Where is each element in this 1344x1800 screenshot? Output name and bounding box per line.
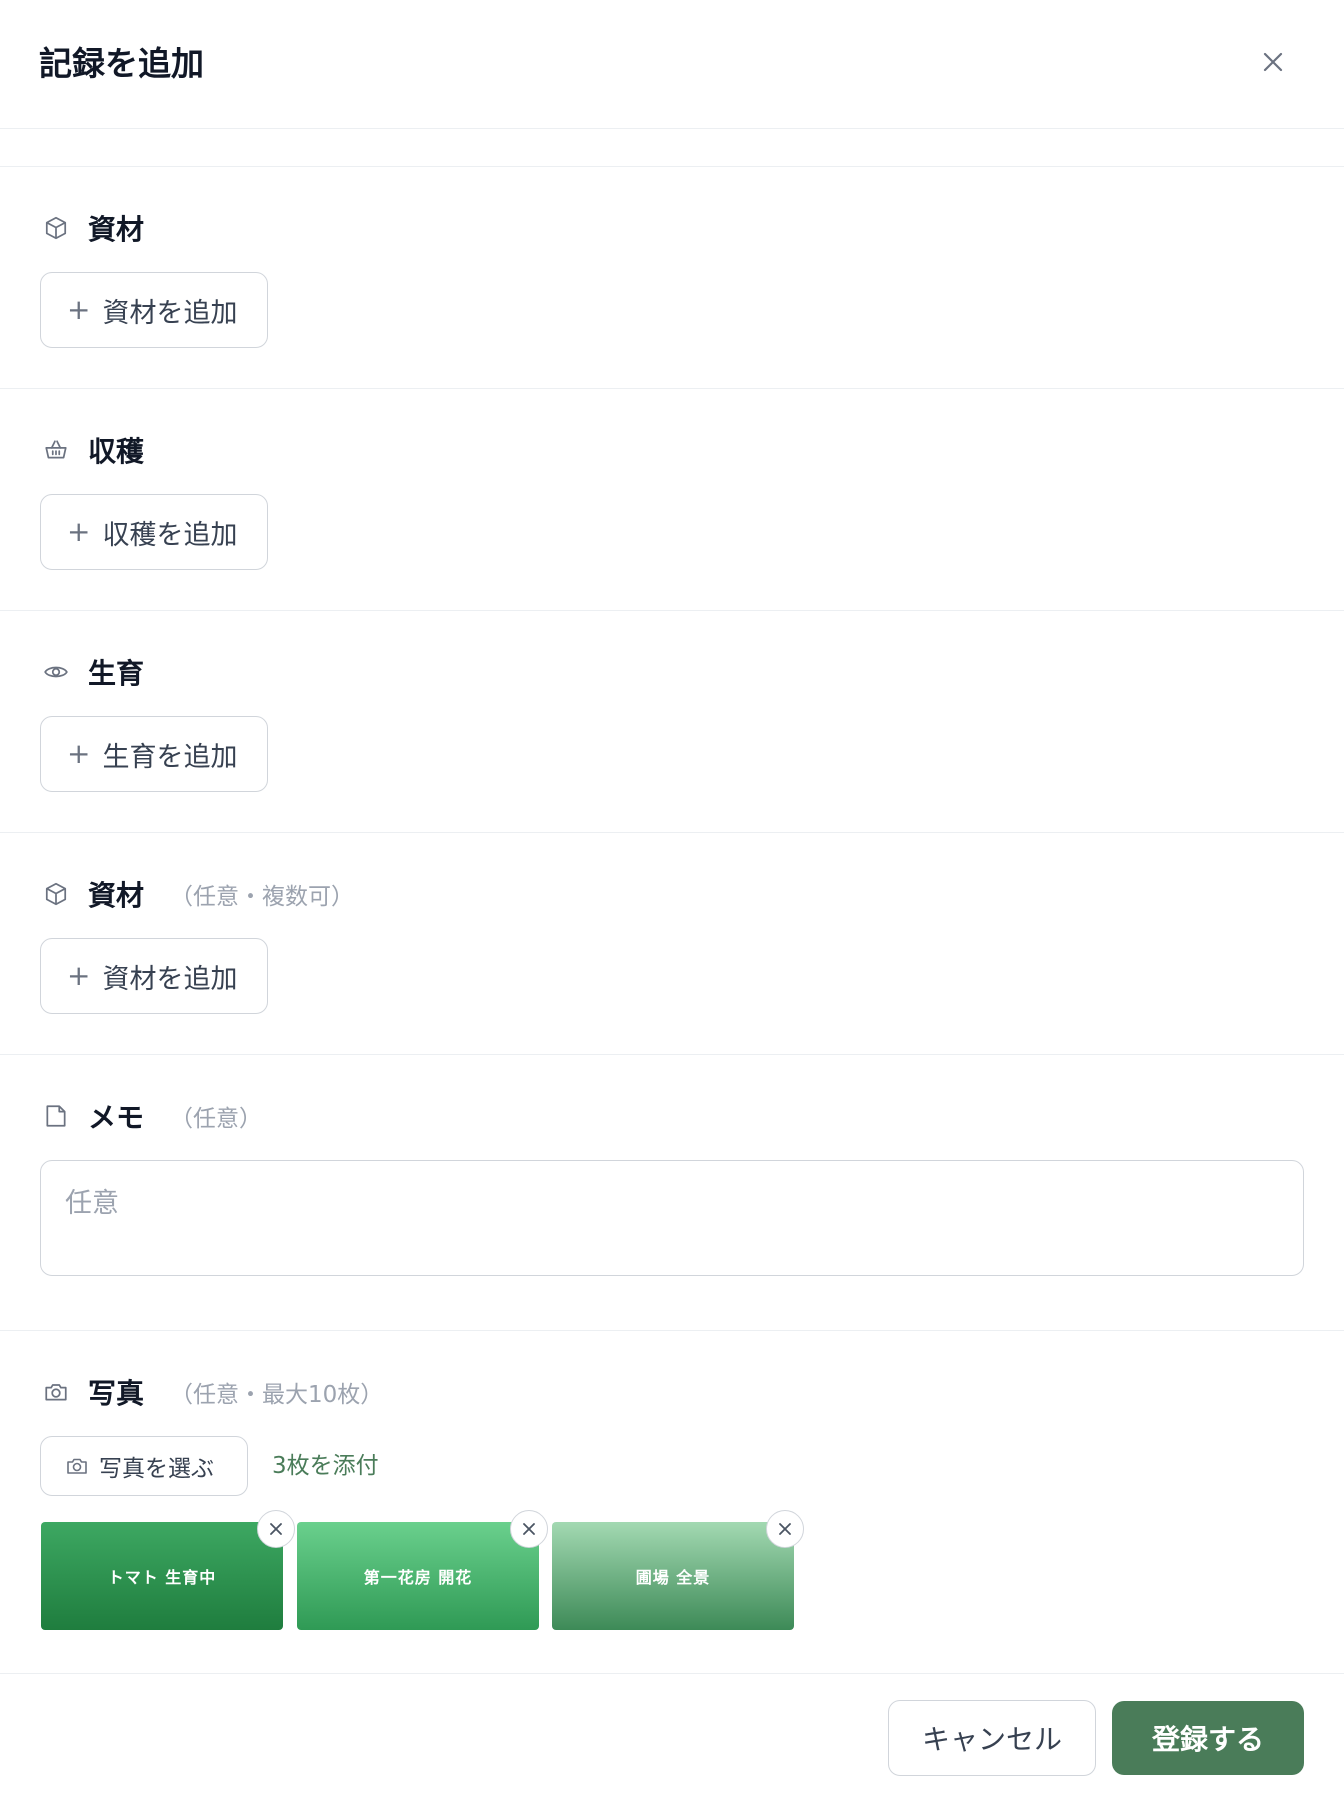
divider [0,1673,1344,1674]
attached-count: 3枚を添付 [272,1453,379,1479]
thumbnail-caption: 第一花房 開花 [363,1568,473,1587]
divider [0,1330,1344,1331]
section-title: 写真 [88,1377,145,1410]
add-materials-button-2[interactable]: + 資材を追加 [40,938,268,1014]
file-icon [40,1100,72,1132]
close-icon [523,1523,535,1535]
photo-thumbnail[interactable]: トマト 生育中 [41,1522,283,1630]
box-icon [40,212,72,244]
remove-photo-button[interactable] [766,1510,804,1548]
basket-icon [40,434,72,466]
section-title: 生育 [88,657,145,690]
section-header-growth: 生育 [40,652,144,692]
section-header-memo: メモ （任意） [40,1096,262,1136]
remove-photo-button[interactable] [257,1510,295,1548]
close-icon [270,1523,282,1535]
camera-icon [65,1454,89,1478]
button-label: 写真を選ぶ [99,1456,214,1482]
photo-thumbnail[interactable]: 圃場 全景 [552,1522,794,1630]
divider [0,610,1344,611]
close-icon [1263,52,1283,72]
section-note: （任意） [170,1106,263,1132]
section-header-materials: 資材 [40,208,144,248]
section-title: 収穫 [88,435,145,468]
divider [0,166,1344,167]
divider [0,1054,1344,1055]
plus-icon: + [67,737,91,770]
button-label: 資材を追加 [102,297,238,329]
plus-icon: + [67,293,91,326]
add-growth-button[interactable]: + 生育を追加 [40,716,268,792]
close-button[interactable] [1255,44,1291,80]
camera-icon [40,1376,72,1408]
eye-icon [40,656,72,688]
section-title: 資材 [88,213,145,246]
section-title: 資材 [88,879,145,912]
divider [0,388,1344,389]
remove-photo-button[interactable] [510,1510,548,1548]
section-header-photos: 写真 （任意・最大10枚） [40,1372,383,1412]
section-header-harvest: 収穫 [40,430,144,470]
divider [0,832,1344,833]
section-title: メモ [88,1101,145,1134]
thumbnail-caption: トマト 生育中 [107,1568,217,1587]
submit-button[interactable]: 登録する [1112,1701,1304,1775]
section-header-materials-optional: 資材 （任意・複数可） [40,874,354,914]
dialog-header: 記録を追加 [0,0,1344,129]
thumbnail-caption: 圃場 全景 [635,1568,711,1587]
dialog-title: 記録を追加 [39,44,204,83]
plus-icon: + [67,515,91,548]
button-label: 資材を追加 [102,963,238,995]
button-label: 生育を追加 [102,741,238,773]
choose-photos-button[interactable]: 写真を選ぶ [40,1436,248,1496]
photo-thumbnail[interactable]: 第一花房 開花 [297,1522,539,1630]
section-note: （任意・最大10枚） [170,1382,384,1408]
add-materials-button[interactable]: + 資材を追加 [40,272,268,348]
box-icon [40,878,72,910]
button-label: 収穫を追加 [102,519,238,551]
memo-textarea[interactable] [40,1160,1304,1276]
cancel-button[interactable]: キャンセル [888,1700,1096,1776]
add-harvest-button[interactable]: + 収穫を追加 [40,494,268,570]
close-icon [779,1523,791,1535]
section-note: （任意・複数可） [170,884,355,910]
plus-icon: + [67,959,91,992]
